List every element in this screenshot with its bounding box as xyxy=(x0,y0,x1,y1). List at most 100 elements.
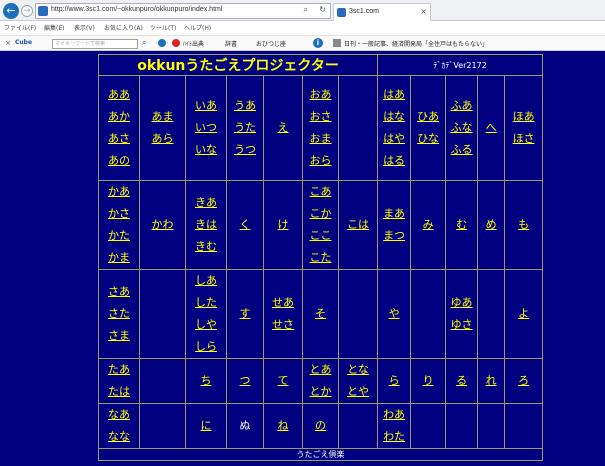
song-index-link[interactable]: や xyxy=(378,303,410,325)
song-index-link[interactable]: さた xyxy=(99,303,139,325)
close-tab-icon[interactable]: × xyxy=(420,7,427,16)
song-index-link[interactable]: わた xyxy=(378,426,410,448)
song-index-link[interactable]: わあ xyxy=(378,404,410,426)
song-index-link[interactable]: しや xyxy=(186,314,226,336)
song-index-link[interactable]: く xyxy=(227,214,263,236)
song-index-link[interactable]: かさ xyxy=(99,203,139,225)
song-index-link[interactable]: いあ xyxy=(186,95,226,117)
song-index-link[interactable]: とあ xyxy=(303,359,338,381)
song-index-link[interactable]: きあ xyxy=(186,192,226,214)
song-index-link[interactable]: うつ xyxy=(227,139,263,161)
song-index-link[interactable]: なな xyxy=(99,426,139,448)
song-index-link[interactable]: かた xyxy=(99,225,139,247)
song-index-link[interactable]: とか xyxy=(303,381,338,403)
song-index-link[interactable]: あか xyxy=(99,106,139,128)
song-index-link[interactable]: こた xyxy=(303,247,338,269)
search-icon[interactable]: ⌕ xyxy=(304,5,308,15)
song-index-link[interactable]: おあ xyxy=(303,84,338,106)
menu-help[interactable]: ヘルプ(H) xyxy=(184,23,211,32)
toolbar-item-1[interactable]: ﾊｲﾄ出典 xyxy=(183,39,204,48)
song-index-link[interactable]: せあ xyxy=(264,292,302,314)
song-index-link[interactable]: も xyxy=(505,214,542,236)
song-index-link[interactable]: はな xyxy=(378,106,410,128)
address-field[interactable]: http://www.3sc1.com/~okkunpuro/okkunpuro… xyxy=(35,3,331,19)
song-index-link[interactable]: しあ xyxy=(186,270,226,292)
song-index-link[interactable]: はや xyxy=(378,128,410,150)
menu-favorites[interactable]: お気に入り(A) xyxy=(104,23,143,32)
song-index-link[interactable]: こか xyxy=(303,203,338,225)
song-index-link[interactable]: うあ xyxy=(227,95,263,117)
song-index-link[interactable]: たは xyxy=(99,381,139,403)
song-index-link[interactable]: え xyxy=(264,117,302,139)
toolbar-item-3[interactable]: おひつじ座 xyxy=(256,39,286,48)
song-index-link[interactable]: おさ xyxy=(303,106,338,128)
song-index-link[interactable]: め xyxy=(478,214,504,236)
song-index-link[interactable]: ひな xyxy=(411,128,445,150)
song-index-link[interactable]: ひあ xyxy=(411,106,445,128)
close-toolbar-icon[interactable]: × xyxy=(5,39,11,47)
forward-arrow-icon[interactable]: → xyxy=(21,5,33,17)
song-index-link[interactable]: おま xyxy=(303,128,338,150)
song-index-link[interactable]: ろ xyxy=(505,370,542,392)
song-index-link[interactable]: かあ xyxy=(99,181,139,203)
song-index-link[interactable]: け xyxy=(264,214,302,236)
song-index-link[interactable]: る xyxy=(446,370,477,392)
song-index-link[interactable]: とな xyxy=(339,359,377,381)
search-icon[interactable]: ⌕ xyxy=(142,38,146,48)
song-index-link[interactable]: こあ xyxy=(303,181,338,203)
cube-logo[interactable]: Cube xyxy=(15,39,32,46)
song-index-link[interactable]: ふる xyxy=(446,139,477,161)
news-icon[interactable] xyxy=(172,39,180,47)
song-index-link[interactable]: うた xyxy=(227,117,263,139)
song-index-link[interactable]: あの xyxy=(99,150,139,172)
song-index-link[interactable]: れ xyxy=(478,370,504,392)
song-index-link[interactable]: む xyxy=(446,214,477,236)
song-index-link[interactable]: つ xyxy=(227,370,263,392)
song-index-link[interactable]: きは xyxy=(186,214,226,236)
song-index-link[interactable]: ここ xyxy=(303,225,338,247)
song-index-link[interactable]: せさ xyxy=(264,314,302,336)
news-ticker[interactable]: 日刊・一般記事、経済開発局「全住戸はもたらない」 xyxy=(344,39,488,48)
song-index-link[interactable]: ほさ xyxy=(505,128,542,150)
song-index-link[interactable]: しら xyxy=(186,336,226,358)
song-index-link[interactable]: かま xyxy=(99,247,139,269)
song-index-link[interactable]: かわ xyxy=(140,214,185,236)
song-index-link[interactable]: はる xyxy=(378,150,410,172)
song-index-link[interactable]: あま xyxy=(140,106,185,128)
song-index-link[interactable]: す xyxy=(227,303,263,325)
song-index-link[interactable]: に xyxy=(186,415,226,437)
browser-tab[interactable]: 3sc1.com × xyxy=(333,3,431,21)
menu-view[interactable]: 表示(V) xyxy=(74,23,95,32)
song-index-link[interactable]: ふあ xyxy=(446,95,477,117)
song-index-link[interactable]: はあ xyxy=(378,84,410,106)
info-circle-icon[interactable] xyxy=(158,39,166,47)
song-index-link[interactable]: いな xyxy=(186,139,226,161)
menu-file[interactable]: ファイル(F) xyxy=(4,23,36,32)
song-index-link[interactable]: あら xyxy=(140,128,185,150)
song-index-link[interactable]: ゆあ xyxy=(446,292,477,314)
song-index-link[interactable]: ね xyxy=(264,415,302,437)
song-index-link[interactable]: した xyxy=(186,292,226,314)
menu-tools[interactable]: ツール(T) xyxy=(150,23,176,32)
song-index-link[interactable]: ち xyxy=(186,370,226,392)
song-index-link[interactable]: とや xyxy=(339,381,377,403)
menu-edit[interactable]: 編集(E) xyxy=(44,23,64,32)
song-index-link[interactable]: ら xyxy=(378,370,410,392)
song-index-link[interactable]: て xyxy=(264,370,302,392)
song-index-link[interactable]: たあ xyxy=(99,359,139,381)
song-index-link[interactable]: ぬ xyxy=(227,415,263,437)
song-index-link[interactable]: ほあ xyxy=(505,106,542,128)
song-index-link[interactable]: いつ xyxy=(186,117,226,139)
song-index-link[interactable]: さま xyxy=(99,325,139,347)
toolbar-item-2[interactable]: 辞書 xyxy=(225,39,237,48)
song-index-link[interactable]: ゆさ xyxy=(446,314,477,336)
song-index-link[interactable]: まあ xyxy=(378,203,410,225)
song-index-link[interactable]: きむ xyxy=(186,236,226,258)
song-index-link[interactable]: こは xyxy=(339,214,377,236)
song-index-link[interactable]: おら xyxy=(303,150,338,172)
song-index-link[interactable]: の xyxy=(303,415,338,437)
song-index-link[interactable]: み xyxy=(411,214,445,236)
song-index-link[interactable]: へ xyxy=(478,117,504,139)
song-index-link[interactable]: あさ xyxy=(99,128,139,150)
back-arrow-icon[interactable]: ← xyxy=(3,3,19,19)
